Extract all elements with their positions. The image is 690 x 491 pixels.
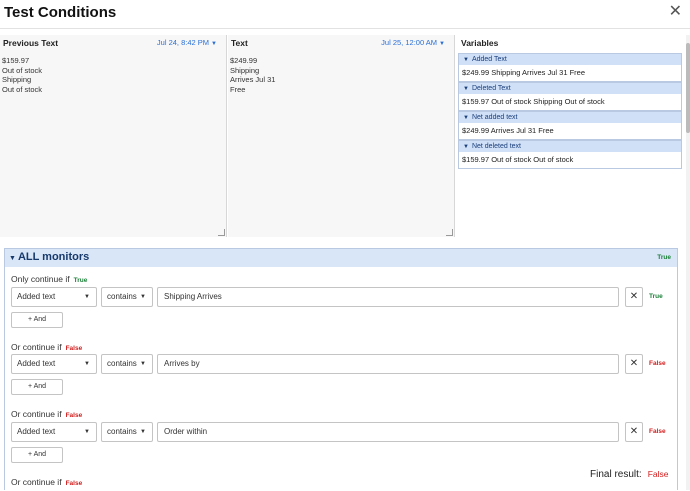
condition-label-text: Or continue if — [11, 409, 62, 419]
remove-condition-button[interactable]: ✕ — [625, 422, 643, 442]
variables-panel: Variables ▼ Added Text $249.99 Shipping A… — [456, 35, 686, 237]
add-and-button[interactable]: + And — [11, 312, 63, 328]
monitors-header: ▼ ALL monitors True — [5, 249, 677, 267]
caret-down-icon: ▼ — [463, 144, 469, 150]
condition-label: Or continue if False — [11, 409, 82, 419]
remove-condition-button[interactable]: ✕ — [625, 287, 643, 307]
field-select[interactable]: Added text ▼ — [11, 422, 97, 442]
monitors-section: ▼ ALL monitors True Only continue if True … — [4, 248, 678, 490]
resize-handle-icon[interactable] — [446, 229, 453, 236]
condition-label: Or continue if False — [11, 342, 82, 352]
chevron-down-icon: ▼ — [211, 41, 217, 47]
condition-label-text: Or continue if — [11, 477, 62, 487]
variable-title: Deleted Text — [471, 85, 511, 92]
dialog-title: Test Conditions — [4, 4, 117, 21]
scrollbar-thumb[interactable] — [686, 43, 690, 133]
close-icon: ✕ — [629, 426, 639, 437]
condition-value-input[interactable]: Shipping Arrives — [157, 287, 619, 307]
monitors-toggle[interactable]: ▼ ALL monitors — [9, 251, 89, 263]
operator-select[interactable]: contains ▼ — [101, 287, 153, 307]
row-result: True — [649, 293, 663, 300]
caret-down-icon: ▼ — [463, 86, 469, 92]
condition-label: Or continue if False — [11, 477, 82, 487]
current-text-label: Text — [231, 38, 248, 48]
operator-select[interactable]: contains ▼ — [101, 354, 153, 374]
chevron-down-icon: ▼ — [84, 294, 90, 300]
variable-toggle[interactable]: ▼ Net added text — [459, 112, 681, 123]
chevron-down-icon: ▼ — [84, 361, 90, 367]
variable-value: $159.97 Out of stock Shipping Out of sto… — [462, 97, 605, 106]
variable-value: $159.97 Out of stock Out of stock — [462, 155, 574, 164]
add-and-button[interactable]: + And — [11, 379, 63, 395]
variable-value: $249.99 Shipping Arrives Jul 31 Free — [462, 68, 585, 77]
remove-condition-button[interactable]: ✕ — [625, 354, 643, 374]
variable-toggle[interactable]: ▼ Net deleted text — [459, 141, 681, 152]
condition-label-result: False — [65, 412, 83, 419]
variable-toggle[interactable]: ▼ Deleted Text — [459, 83, 681, 94]
variable-net-deleted-text: ▼ Net deleted text $159.97 Out of stock O… — [458, 140, 682, 169]
add-and-button[interactable]: + And — [11, 447, 63, 463]
field-select[interactable]: Added text ▼ — [11, 354, 97, 374]
previous-text-content[interactable]: $159.97 Out of stock Shipping Out of sto… — [2, 56, 224, 233]
condition-label-text: Or continue if — [11, 342, 62, 352]
chevron-down-icon: ▼ — [140, 294, 146, 300]
chevron-down-icon: ▼ — [84, 429, 90, 435]
row-result: False — [649, 360, 666, 367]
close-icon: ✕ — [629, 358, 639, 369]
current-date-dropdown[interactable]: Jul 25, 12:00 AM ▼ — [381, 38, 445, 47]
caret-down-icon: ▼ — [9, 255, 16, 262]
previous-date-value: Jul 24, 8:42 PM — [156, 38, 210, 47]
current-date-value: Jul 25, 12:00 AM — [381, 38, 438, 47]
variable-deleted-text: ▼ Deleted Text $159.97 Out of stock Shipp… — [458, 82, 682, 111]
condition-label-text: Only continue if — [11, 274, 70, 284]
dialog-scrollbar[interactable] — [686, 35, 690, 490]
final-result: Final result: False — [590, 469, 668, 480]
close-icon: ✕ — [629, 291, 639, 302]
field-select-value: Added text — [17, 427, 56, 436]
variables-label: Variables — [461, 38, 499, 48]
field-select[interactable]: Added text ▼ — [11, 287, 97, 307]
monitors-title: ALL monitors — [17, 251, 90, 263]
operator-select[interactable]: contains ▼ — [101, 422, 153, 442]
close-icon[interactable]: ✕ — [669, 4, 682, 20]
current-text-content[interactable]: $249.99 Shipping Arrives Jul 31 Free — [230, 56, 452, 233]
previous-date-dropdown[interactable]: Jul 24, 8:42 PM ▼ — [157, 38, 217, 47]
current-text-panel: Text Jul 25, 12:00 AM ▼ $249.99 Shipping … — [228, 35, 455, 237]
title-divider — [0, 28, 690, 29]
operator-select-value: contains — [107, 359, 137, 368]
condition-label: Only continue if True — [11, 274, 87, 284]
final-result-value: False — [647, 469, 669, 479]
variable-title: Added Text — [471, 56, 507, 63]
variable-net-added-text: ▼ Net added text $249.99 Arrives Jul 31 F… — [458, 111, 682, 140]
condition-value-input[interactable]: Arrives by — [157, 354, 619, 374]
test-conditions-dialog: Test Conditions ✕ Previous Text Jul 24, … — [0, 0, 690, 491]
row-result: False — [649, 428, 666, 435]
monitors-result: True — [657, 254, 671, 261]
chevron-down-icon: ▼ — [140, 361, 146, 367]
chevron-down-icon: ▼ — [140, 429, 146, 435]
condition-label-result: False — [65, 480, 83, 487]
condition-label-result: False — [65, 345, 83, 352]
caret-down-icon: ▼ — [463, 57, 469, 63]
previous-text-panel: Previous Text Jul 24, 8:42 PM ▼ $159.97 O… — [0, 35, 227, 237]
condition-value-input[interactable]: Order within — [157, 422, 619, 442]
variable-added-text: ▼ Added Text $249.99 Shipping Arrives Jul… — [458, 53, 682, 82]
final-result-label: Final result: — [590, 469, 642, 480]
chevron-down-icon: ▼ — [439, 41, 445, 47]
condition-label-result: True — [73, 277, 88, 284]
variable-toggle[interactable]: ▼ Added Text — [459, 54, 681, 65]
variable-title: Net deleted text — [471, 143, 521, 150]
variable-value: $249.99 Arrives Jul 31 Free — [462, 126, 554, 135]
operator-select-value: contains — [107, 292, 137, 301]
field-select-value: Added text — [17, 292, 56, 301]
resize-handle-icon[interactable] — [218, 229, 225, 236]
dialog-titlebar: Test Conditions ✕ — [0, 0, 690, 28]
caret-down-icon: ▼ — [463, 115, 469, 121]
variable-title: Net added text — [471, 114, 518, 121]
field-select-value: Added text — [17, 359, 56, 368]
operator-select-value: contains — [107, 427, 137, 436]
previous-text-label: Previous Text — [3, 38, 59, 48]
